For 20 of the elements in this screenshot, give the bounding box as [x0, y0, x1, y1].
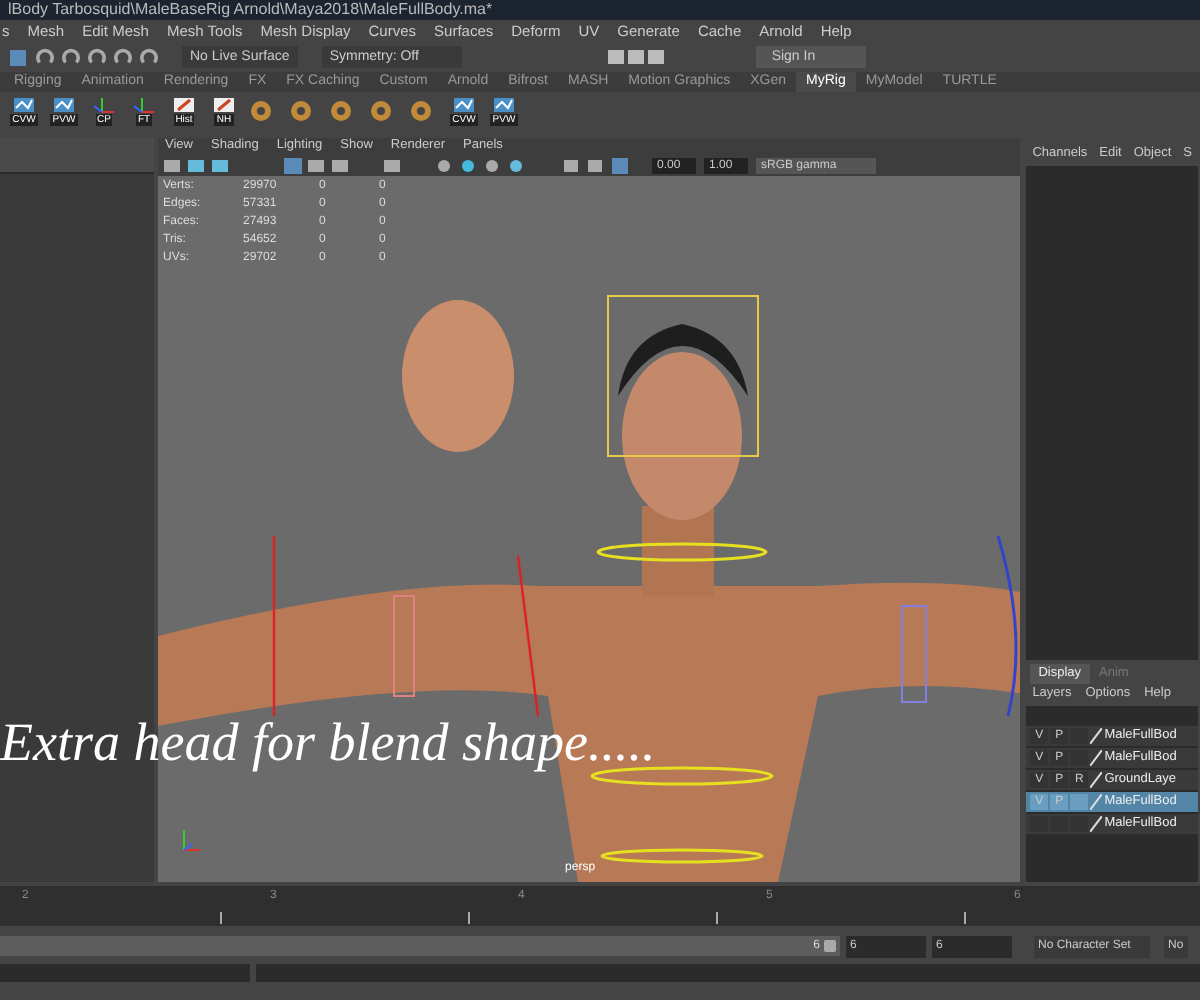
tool-icon[interactable]	[408, 97, 434, 123]
tool-icon[interactable]	[288, 97, 314, 123]
axis-icon	[92, 95, 116, 113]
render-icon[interactable]	[607, 48, 668, 66]
tool-icon[interactable]	[248, 97, 274, 123]
select-icon[interactable]	[8, 47, 28, 67]
axis-icon	[177, 826, 202, 854]
curve-icon	[452, 95, 476, 113]
curve-icon	[12, 95, 36, 113]
pencil-icon	[212, 95, 236, 113]
range-slider[interactable]	[0, 936, 840, 956]
axis-icon	[132, 95, 156, 113]
slider-handle[interactable]	[824, 940, 836, 952]
caption: Extra head for blend shape.....	[0, 716, 656, 770]
curve-icon	[52, 95, 76, 113]
curve-icon	[492, 95, 516, 113]
pencil-icon	[172, 95, 196, 113]
tool-icon[interactable]	[368, 97, 394, 123]
window-title: lBody Tarbosquid\MaleBaseRig Arnold\Maya2018\MaleFullBody.ma*	[8, 2, 493, 18]
tool-icon[interactable]	[328, 97, 354, 123]
